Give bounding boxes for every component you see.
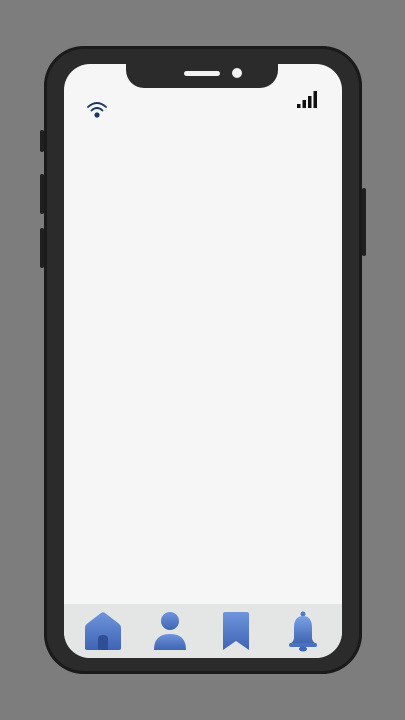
cellular-signal-icon — [296, 90, 318, 110]
side-button-volume-down — [40, 228, 44, 268]
bell-icon — [288, 611, 317, 652]
notch — [126, 64, 278, 88]
profile-icon — [153, 612, 186, 650]
tab-bookmark[interactable] — [214, 609, 258, 653]
phone-screen — [64, 64, 342, 658]
phone-frame — [40, 46, 366, 674]
speaker-grille — [184, 71, 220, 76]
wifi-icon — [86, 100, 108, 120]
tab-home[interactable] — [81, 609, 125, 653]
home-icon — [85, 612, 122, 650]
side-button-mute — [40, 130, 44, 152]
side-button-power — [362, 188, 366, 256]
tab-notifications[interactable] — [281, 609, 325, 653]
tab-profile[interactable] — [148, 609, 192, 653]
bookmark-icon — [223, 612, 250, 650]
front-camera — [232, 68, 242, 78]
main-content-area — [64, 124, 342, 602]
side-button-volume-up — [40, 174, 44, 214]
bottom-tab-bar — [64, 604, 342, 658]
